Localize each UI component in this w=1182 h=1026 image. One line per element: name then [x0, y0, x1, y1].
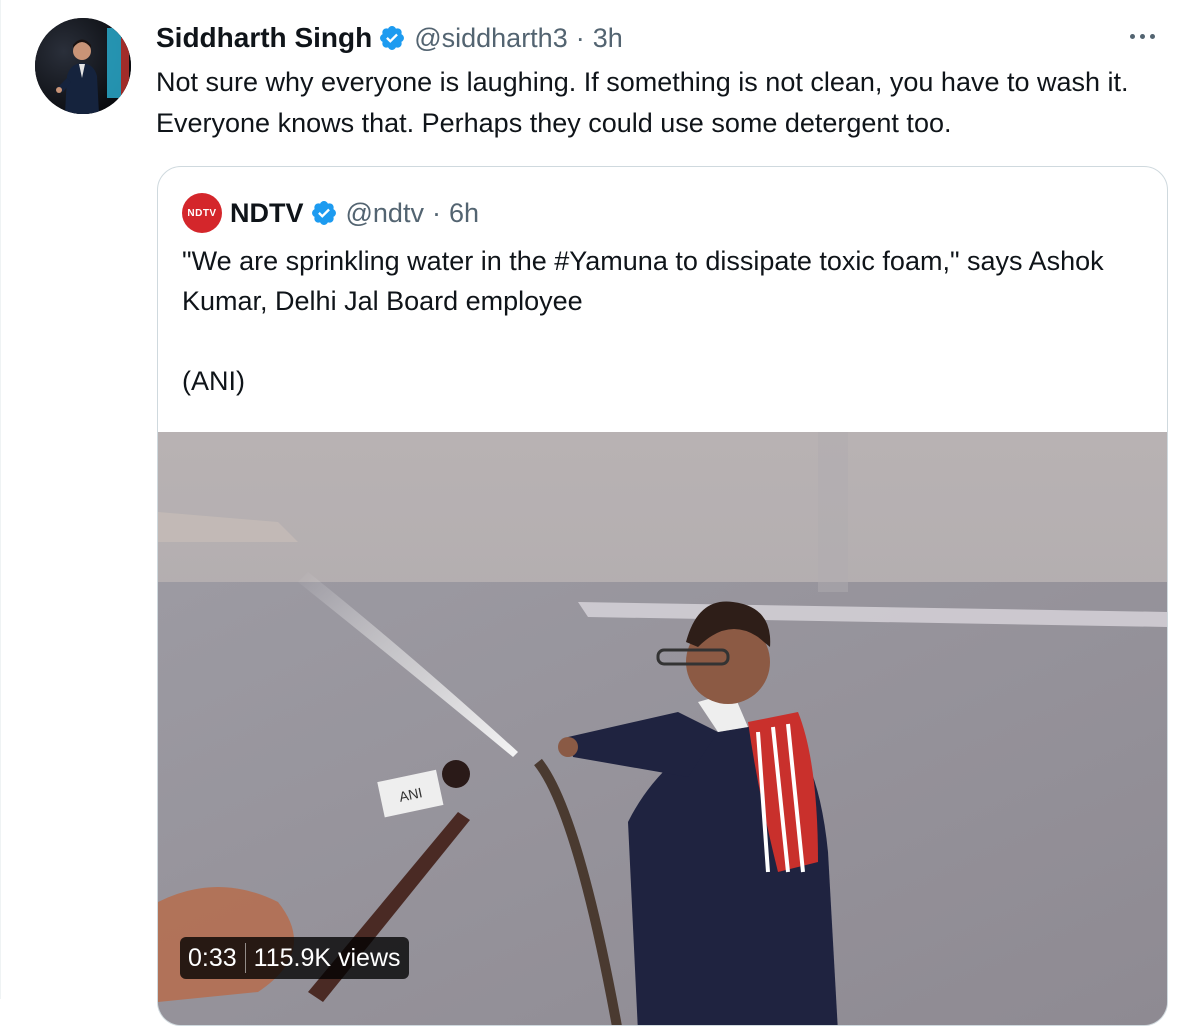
quoted-text-line: "We are sprinkling water in the #Yamuna …	[182, 246, 1104, 316]
author-handle[interactable]: @siddharth3	[414, 23, 568, 54]
video-duration: 0:33	[188, 943, 237, 972]
more-options-icon[interactable]	[1122, 18, 1162, 54]
quoted-text-line: (ANI)	[182, 366, 245, 396]
tweet-header: Siddharth Singh @siddharth3 · 3h	[156, 20, 623, 56]
quoted-timestamp: 6h	[448, 197, 479, 228]
header-separator: ·	[575, 22, 585, 53]
quoted-author-name: NDTV	[230, 197, 304, 228]
quoted-header-separator: ·	[431, 197, 441, 228]
quoted-author-handle: @ndtv	[345, 197, 424, 228]
quoted-tweet-text: "We are sprinkling water in the #Yamuna …	[182, 241, 1142, 401]
quoted-tweet-header: NDTV NDTV @ndtv · 6h	[182, 193, 479, 233]
verified-badge-icon	[311, 201, 336, 225]
tweet[interactable]: Siddharth Singh @siddharth3 · 3h Not sur…	[0, 0, 1182, 1026]
video-player[interactable]: ANI 0:33 115.9K views	[158, 432, 1167, 1025]
quoted-tweet[interactable]: NDTV NDTV @ndtv · 6h "We are sprinkling …	[157, 166, 1168, 1026]
ndtv-avatar: NDTV	[182, 193, 222, 233]
ndtv-logo-text: NDTV	[187, 207, 217, 219]
video-info-badge: 0:33 115.9K views	[180, 937, 409, 979]
tweet-timestamp[interactable]: 3h	[593, 23, 623, 54]
tweet-text: Not sure why everyone is laughing. If so…	[156, 67, 1129, 138]
verified-badge-icon	[380, 26, 405, 50]
avatar-photo	[35, 18, 131, 114]
author-avatar[interactable]	[35, 18, 131, 114]
author-name[interactable]: Siddharth Singh	[156, 22, 372, 54]
video-views: 115.9K views	[253, 943, 401, 972]
badge-divider	[244, 943, 246, 973]
